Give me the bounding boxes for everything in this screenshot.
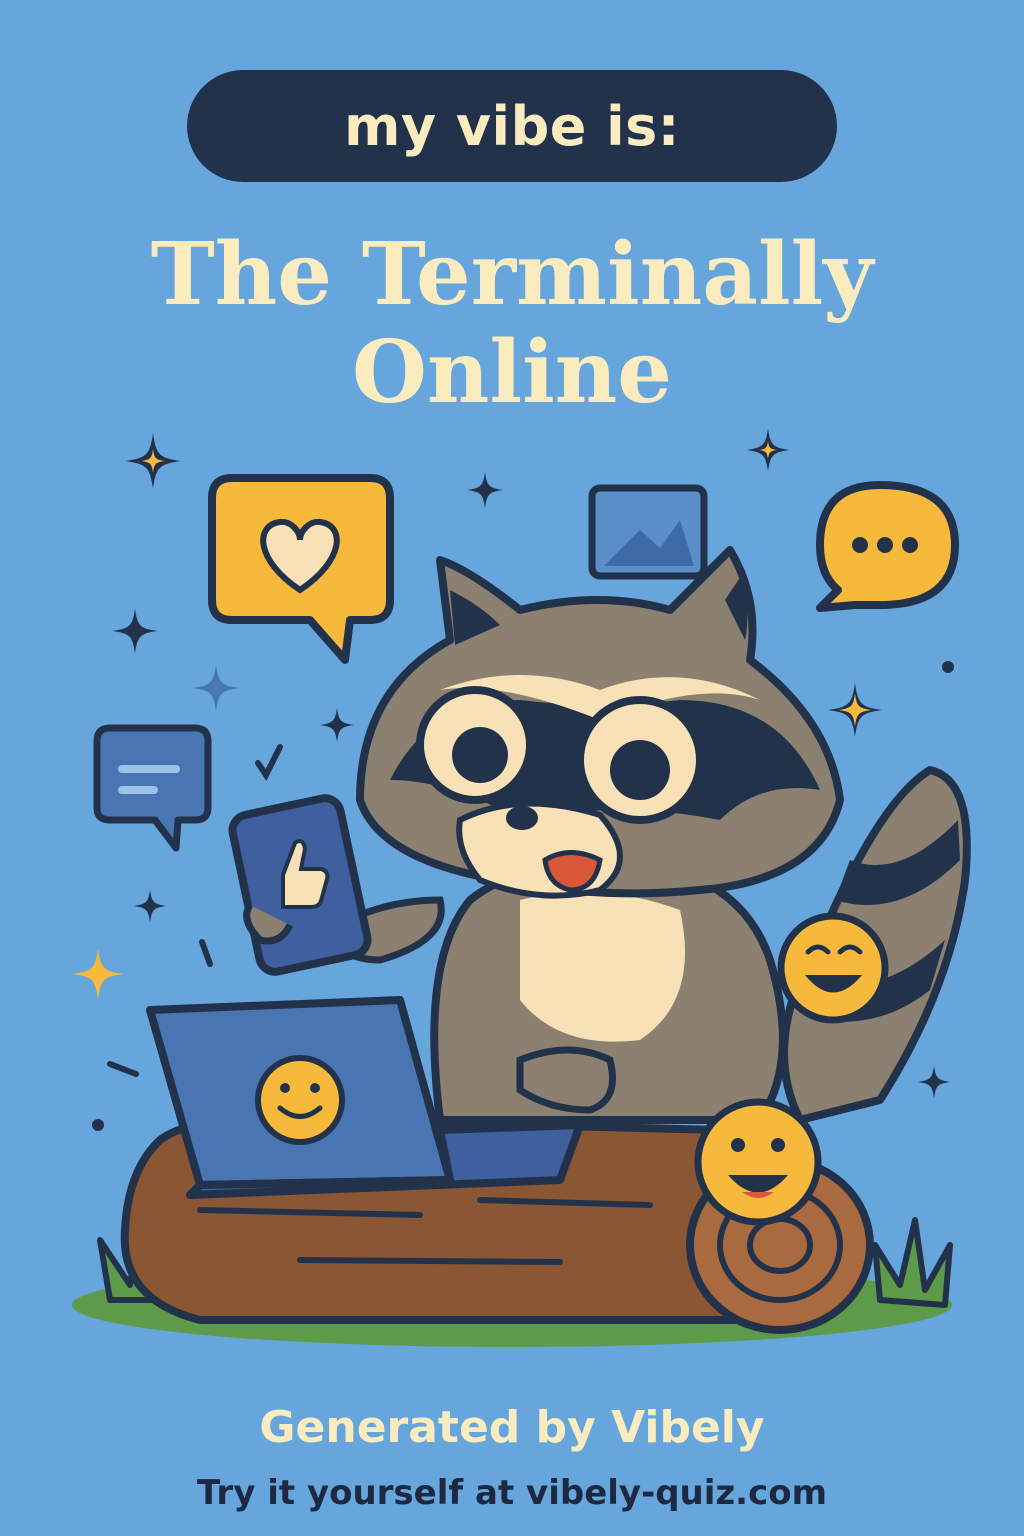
heart-bubble-icon [208, 474, 394, 664]
raccoon-illustration [72, 428, 971, 1347]
generated-by-label: Generated by Vibely [259, 1402, 765, 1453]
quiz-link-text[interactable]: Try it yourself at vibely-quiz.com [0, 1473, 1024, 1513]
laughing-emoji-icon [777, 912, 889, 1024]
image-icon [588, 484, 708, 580]
smiling-emoji-icon [694, 1098, 822, 1226]
phone-thumbs-up-icon [228, 794, 372, 976]
message-bubble-icon [93, 724, 212, 852]
ellipsis-bubble-icon [816, 481, 959, 612]
